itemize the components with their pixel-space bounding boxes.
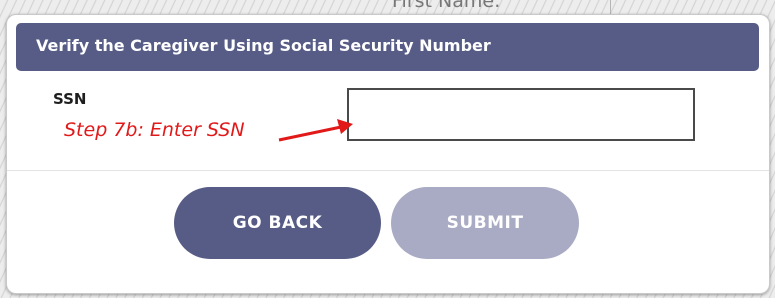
step-annotation: Step 7b: Enter SSN xyxy=(64,119,245,141)
background-field-label: First Name: xyxy=(392,0,501,12)
ssn-label: SSN xyxy=(53,90,87,108)
modal-title: Verify the Caregiver Using Social Securi… xyxy=(36,36,491,55)
ssn-input[interactable] xyxy=(347,88,695,141)
modal-divider xyxy=(7,170,769,171)
modal-header: Verify the Caregiver Using Social Securi… xyxy=(16,23,759,71)
arrow-right-icon xyxy=(278,119,353,142)
submit-button[interactable]: SUBMIT xyxy=(391,187,579,259)
verify-caregiver-modal: Verify the Caregiver Using Social Securi… xyxy=(6,14,770,294)
go-back-button[interactable]: GO BACK xyxy=(174,187,381,259)
